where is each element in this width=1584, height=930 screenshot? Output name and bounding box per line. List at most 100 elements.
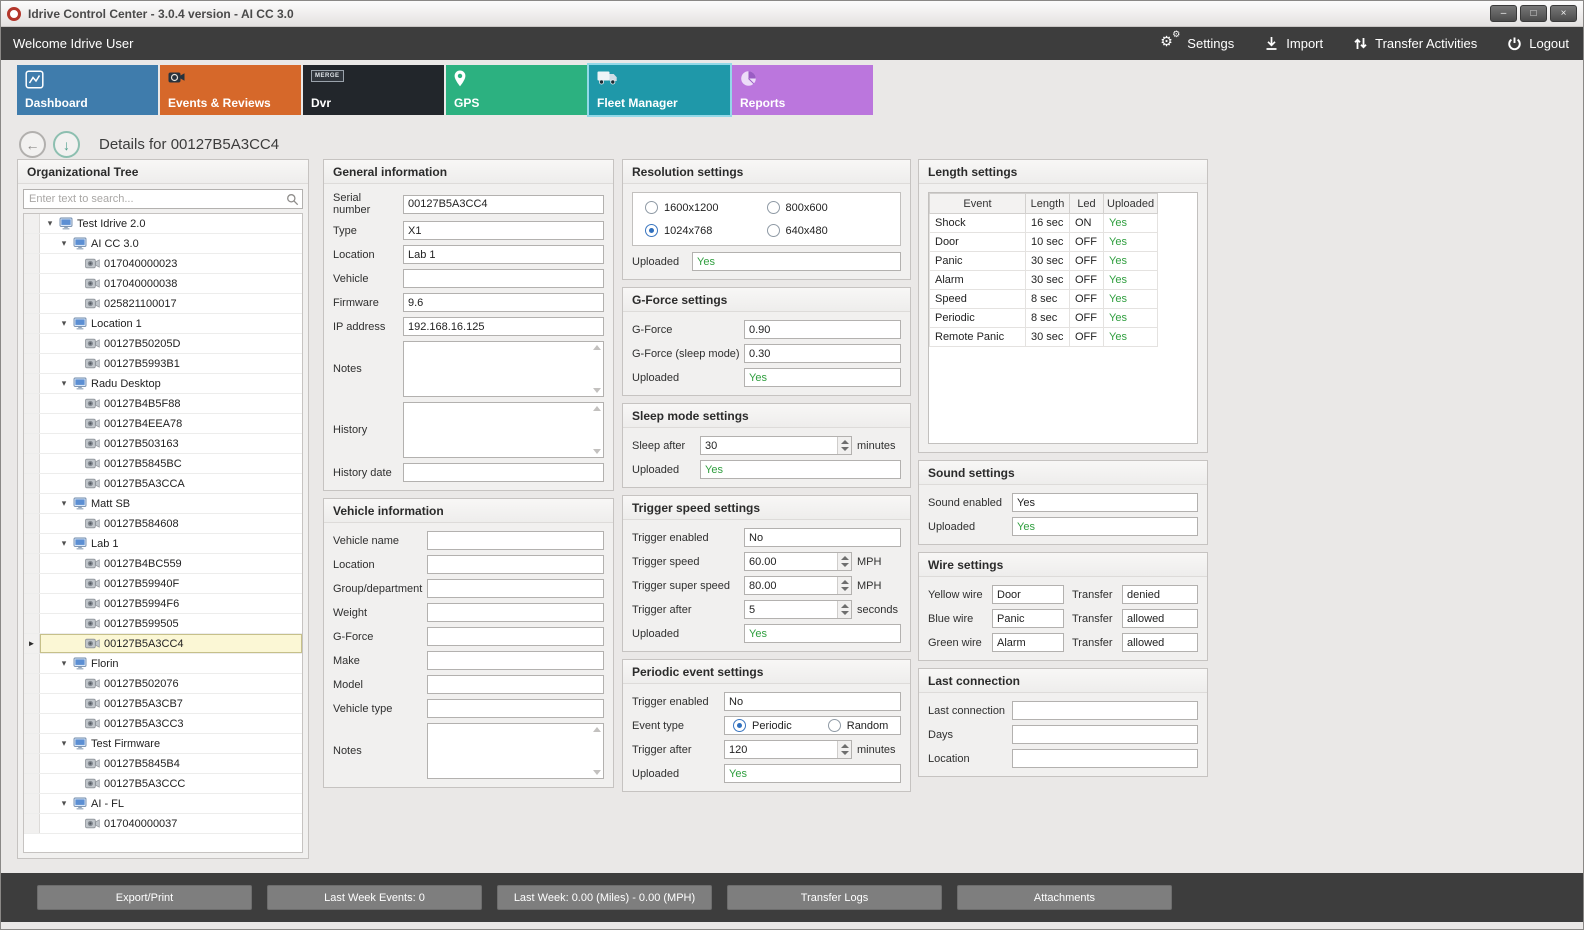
tree-node-00127b599505[interactable]: 00127B599505 <box>24 614 302 634</box>
uploaded-input[interactable]: Yes <box>724 764 901 783</box>
tree-node-017040000038[interactable]: 017040000038 <box>24 274 302 294</box>
g-force-sleep-mode-input[interactable]: 0.30 <box>744 344 901 363</box>
expander-icon[interactable]: ▾ <box>59 538 69 549</box>
expander-icon[interactable]: ▾ <box>59 658 69 669</box>
tab-fleet-manager[interactable]: Fleet Manager <box>589 65 730 115</box>
attachments-button[interactable]: Attachments <box>957 885 1172 910</box>
close-button[interactable]: × <box>1550 5 1577 22</box>
weight-input[interactable] <box>427 603 604 622</box>
expander-icon[interactable]: ▾ <box>59 798 69 809</box>
green-wire-transfer-input[interactable]: allowed <box>1122 633 1198 652</box>
tree-node-017040000023[interactable]: 017040000023 <box>24 254 302 274</box>
tree-node-test-idrive-2-0[interactable]: ▾Test Idrive 2.0 <box>24 214 302 234</box>
tree-node-00127b5845bc[interactable]: 00127B5845BC <box>24 454 302 474</box>
tree-node-lab-1[interactable]: ▾Lab 1 <box>24 534 302 554</box>
days-input[interactable] <box>1012 725 1198 744</box>
uploaded-input[interactable]: Yes <box>744 368 901 387</box>
tree-node-00127b503163[interactable]: 00127B503163 <box>24 434 302 454</box>
tab-reports[interactable]: Reports <box>732 65 873 115</box>
tab-dashboard[interactable]: Dashboard <box>17 65 158 115</box>
trigger-enabled-input[interactable]: No <box>744 528 901 547</box>
back-button[interactable]: ← <box>19 131 46 158</box>
vehicle-type-input[interactable] <box>427 699 604 718</box>
group-department-input[interactable] <box>427 579 604 598</box>
event-type-option-random[interactable]: Random <box>828 719 889 732</box>
tree-node-ai-fl[interactable]: ▾AI - FL <box>24 794 302 814</box>
expander-icon[interactable]: ▾ <box>59 738 69 749</box>
blue-wire-transfer-input[interactable]: allowed <box>1122 609 1198 628</box>
type-input[interactable]: X1 <box>403 221 604 240</box>
settings-button[interactable]: ⚙⚙Settings <box>1160 36 1234 52</box>
spinner-icon[interactable] <box>837 741 851 758</box>
tree-node-017040000037[interactable]: 017040000037 <box>24 814 302 834</box>
uploaded-input[interactable]: Yes <box>744 624 901 643</box>
last-week-events-0-button[interactable]: Last Week Events: 0 <box>267 885 482 910</box>
blue-wire-input[interactable]: Panic <box>992 609 1064 628</box>
trigger-enabled-input[interactable]: No <box>724 692 901 711</box>
sleep-after-input[interactable]: 30 <box>700 436 852 455</box>
tree-node-00127b584608[interactable]: 00127B584608 <box>24 514 302 534</box>
tree-node-location-1[interactable]: ▾Location 1 <box>24 314 302 334</box>
tree-node-ai-cc-3-0[interactable]: ▾AI CC 3.0 <box>24 234 302 254</box>
tree-node-00127b5a3cca[interactable]: 00127B5A3CCA <box>24 474 302 494</box>
export-print-button[interactable]: Export/Print <box>37 885 252 910</box>
transfer-logs-button[interactable]: Transfer Logs <box>727 885 942 910</box>
tree-node-00127b502076[interactable]: 00127B502076 <box>24 674 302 694</box>
tree-node-00127b5a3cb7[interactable]: 00127B5A3CB7 <box>24 694 302 714</box>
expander-icon[interactable]: ▾ <box>59 318 69 329</box>
spinner-icon[interactable] <box>837 553 851 570</box>
tree-node-florin[interactable]: ▾Florin <box>24 654 302 674</box>
trigger-super-speed-input[interactable]: 80.00 <box>744 576 852 595</box>
tree-node-00127b5845b4[interactable]: 00127B5845B4 <box>24 754 302 774</box>
green-wire-input[interactable]: Alarm <box>992 633 1064 652</box>
tree-node-test-firmware[interactable]: ▾Test Firmware <box>24 734 302 754</box>
history-input[interactable] <box>403 402 604 458</box>
vehicle-name-input[interactable] <box>427 531 604 550</box>
resolution-option-1024x768[interactable]: 1024x768 <box>645 224 767 237</box>
yellow-wire-transfer-input[interactable]: denied <box>1122 585 1198 604</box>
trigger-after-input[interactable]: 5 <box>744 600 852 619</box>
tree-node-00127b5994f6[interactable]: 00127B5994F6 <box>24 594 302 614</box>
last-week-0-00-miles-0-00-mph-button[interactable]: Last Week: 0.00 (Miles) - 0.00 (MPH) <box>497 885 712 910</box>
import-button[interactable]: Import <box>1264 36 1323 51</box>
serial-number-input[interactable]: 00127B5A3CC4 <box>403 195 604 214</box>
tree-node-00127b4eea78[interactable]: 00127B4EEA78 <box>24 414 302 434</box>
location-input[interactable]: Lab 1 <box>403 245 604 264</box>
search-input[interactable] <box>23 189 303 209</box>
uploaded-input[interactable]: Yes <box>1012 517 1198 536</box>
location-input[interactable] <box>1012 749 1198 768</box>
tree-node-00127b50205d[interactable]: 00127B50205D <box>24 334 302 354</box>
resolution-option-640x480[interactable]: 640x480 <box>767 224 889 237</box>
minimize-button[interactable]: – <box>1490 5 1517 22</box>
notes-input[interactable] <box>427 723 604 779</box>
spinner-icon[interactable] <box>837 577 851 594</box>
logout-button[interactable]: Logout <box>1507 36 1569 51</box>
sound-enabled-input[interactable]: Yes <box>1012 493 1198 512</box>
firmware-input[interactable]: 9.6 <box>403 293 604 312</box>
resolution-option-800x600[interactable]: 800x600 <box>767 201 889 214</box>
tree-node-00127b5a3ccc[interactable]: 00127B5A3CCC <box>24 774 302 794</box>
expander-icon[interactable]: ▾ <box>59 378 69 389</box>
tree-node-00127b5a3cc4[interactable]: ►00127B5A3CC4 <box>24 634 302 654</box>
last-connection-input[interactable] <box>1012 701 1198 720</box>
tree-node-00127b5a3cc3[interactable]: 00127B5A3CC3 <box>24 714 302 734</box>
scroll-down-button[interactable]: ↓ <box>53 131 80 158</box>
event-type-option-periodic[interactable]: Periodic <box>733 719 792 732</box>
location-input[interactable] <box>427 555 604 574</box>
model-input[interactable] <box>427 675 604 694</box>
expander-icon[interactable]: ▾ <box>59 238 69 249</box>
tree-node-025821100017[interactable]: 025821100017 <box>24 294 302 314</box>
tree-node-radu-desktop[interactable]: ▾Radu Desktop <box>24 374 302 394</box>
tab-events-reviews[interactable]: Events & Reviews <box>160 65 301 115</box>
expander-icon[interactable]: ▾ <box>59 498 69 509</box>
trigger-speed-input[interactable]: 60.00 <box>744 552 852 571</box>
notes-input[interactable] <box>403 341 604 397</box>
tree-node-00127b59940f[interactable]: 00127B59940F <box>24 574 302 594</box>
vehicle-input[interactable] <box>403 269 604 288</box>
tree-node-00127b4b5f88[interactable]: 00127B4B5F88 <box>24 394 302 414</box>
uploaded-input[interactable]: Yes <box>692 252 901 271</box>
trigger-after-input[interactable]: 120 <box>724 740 852 759</box>
tab-dvr[interactable]: MERGEDvr <box>303 65 444 115</box>
resolution-option-1600x1200[interactable]: 1600x1200 <box>645 201 767 214</box>
g-force-input[interactable] <box>427 627 604 646</box>
